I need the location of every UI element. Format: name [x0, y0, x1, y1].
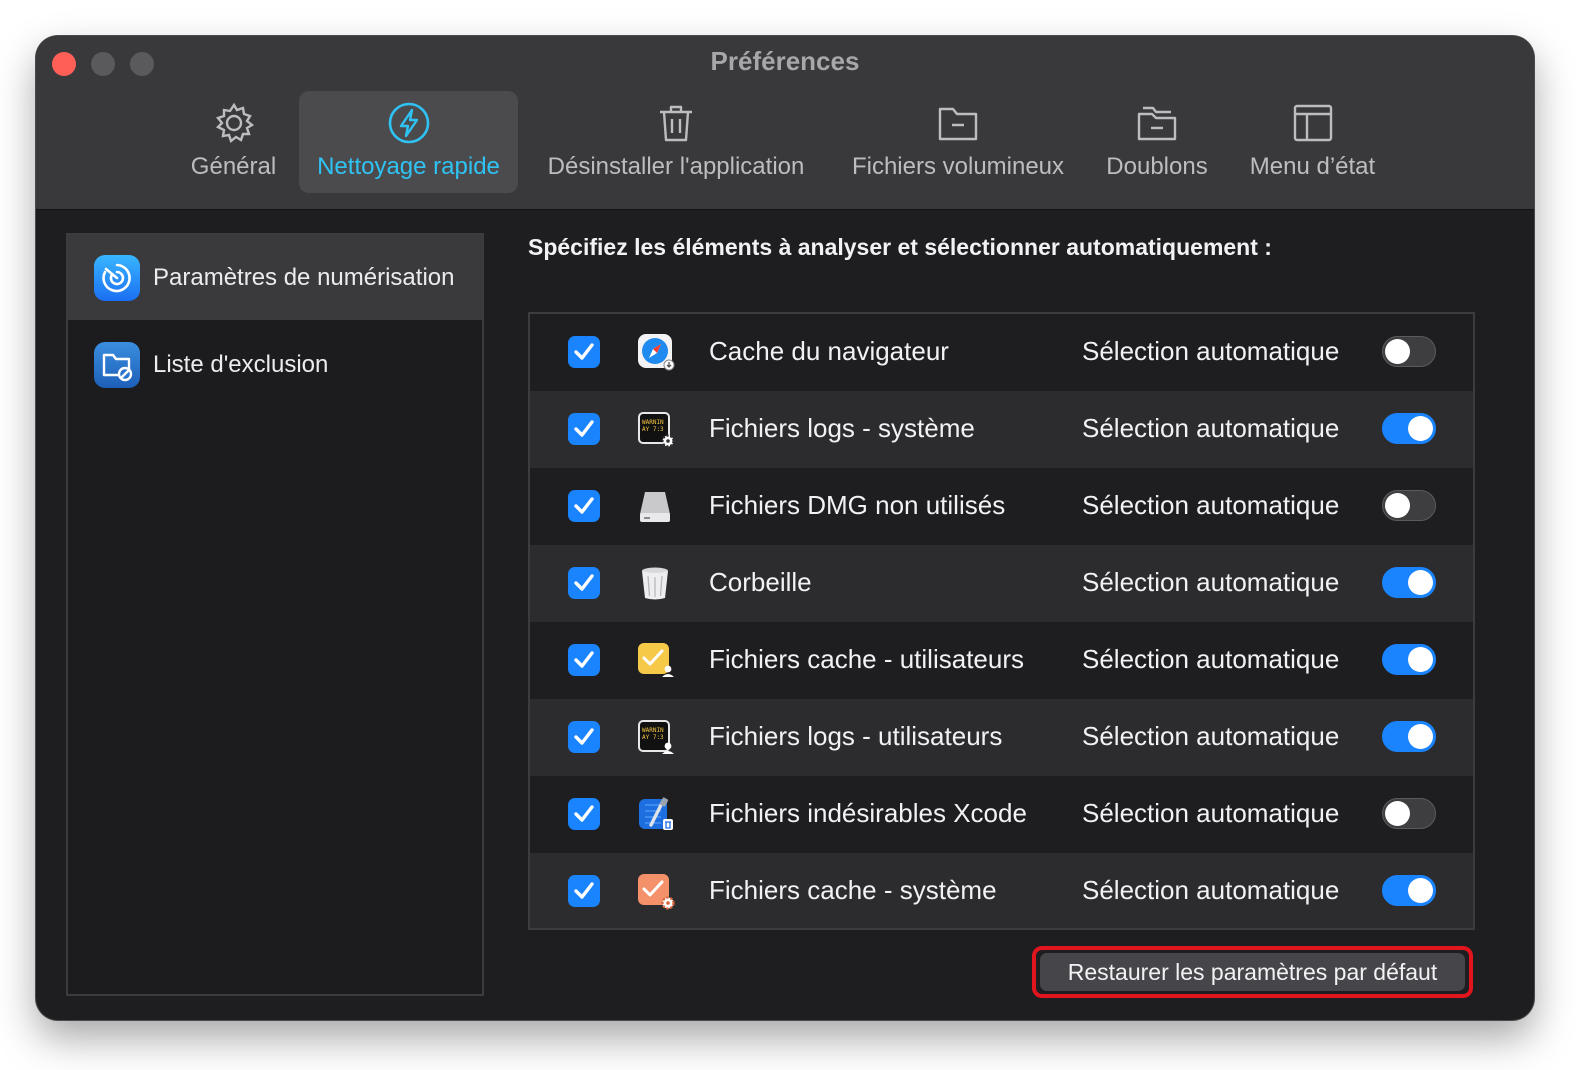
auto-select-toggle[interactable]	[1382, 721, 1436, 752]
preferences-window: Préférences Général Nettoyage rapide Dés…	[36, 36, 1534, 1020]
list-item: Fichiers cache - utilisateurs Sélection …	[530, 622, 1473, 699]
user-cache-icon	[638, 643, 674, 677]
menu-layout-icon	[1293, 104, 1332, 142]
list-item: Fichiers DMG non utilisés Sélection auto…	[530, 468, 1473, 545]
list-item: Fichiers indésirables Xcode Sélection au…	[530, 776, 1473, 853]
checkmark-icon	[574, 651, 594, 668]
list-item: Cache du navigateur Sélection automatiqu…	[530, 314, 1473, 391]
checkmark-icon	[574, 805, 594, 822]
toggle-knob	[1385, 801, 1410, 826]
item-label: Fichiers indésirables Xcode	[709, 798, 1027, 828]
toggle-knob	[1385, 493, 1410, 518]
item-checkbox[interactable]	[568, 413, 600, 445]
item-checkbox[interactable]	[568, 336, 600, 368]
tab-label: Fichiers volumineux	[851, 153, 1065, 180]
item-label: Cache du navigateur	[709, 336, 949, 366]
folder-icon	[938, 107, 978, 141]
item-checkbox[interactable]	[568, 798, 600, 830]
item-label: Fichiers cache - utilisateurs	[709, 644, 1024, 674]
item-checkbox[interactable]	[568, 567, 600, 599]
list-item: Corbeille Sélection automatique	[530, 545, 1473, 622]
tab-label: Doublons	[1106, 153, 1208, 180]
checkmark-icon	[574, 497, 594, 514]
user-log-icon: WARNIN AY 7:3	[638, 720, 674, 754]
tab-large-files[interactable]: Fichiers volumineux	[837, 91, 1079, 193]
auto-select-toggle[interactable]	[1382, 644, 1436, 675]
safari-compass-icon	[638, 334, 675, 371]
tab-label: Général	[190, 153, 277, 180]
checkmark-icon	[574, 343, 594, 360]
item-checkbox[interactable]	[568, 721, 600, 753]
lightning-icon	[388, 102, 429, 144]
toggle-knob	[1385, 339, 1410, 364]
xcode-icon	[639, 797, 673, 830]
auto-select-label: Sélection automatique	[1082, 798, 1340, 828]
auto-select-toggle[interactable]	[1382, 567, 1436, 598]
checkmark-icon	[574, 574, 594, 591]
svg-text:AY 7:3: AY 7:3	[642, 734, 664, 741]
disk-image-icon	[640, 492, 670, 522]
list-item: Fichiers cache - système Sélection autom…	[530, 853, 1473, 928]
system-log-icon: WARNIN AY 7:3	[638, 412, 675, 448]
svg-text:WARNIN: WARNIN	[642, 419, 664, 426]
tab-general[interactable]: Général	[180, 91, 287, 193]
auto-select-toggle[interactable]	[1382, 413, 1436, 444]
auto-select-toggle[interactable]	[1382, 490, 1436, 521]
item-label: Fichiers logs - système	[709, 413, 975, 443]
tab-status-menu[interactable]: Menu d’état	[1235, 91, 1390, 193]
checkmark-icon	[574, 728, 594, 745]
scan-radar-icon	[94, 254, 140, 301]
auto-select-toggle[interactable]	[1382, 336, 1436, 367]
sidebar-item-scan-settings[interactable]: Paramètres de numérisation	[68, 235, 482, 320]
item-checkbox[interactable]	[568, 875, 600, 907]
system-cache-icon	[638, 874, 675, 910]
item-label: Fichiers DMG non utilisés	[709, 490, 1006, 520]
toggle-knob	[1408, 416, 1433, 441]
scan-items-list: Cache du navigateur Sélection automatiqu…	[528, 312, 1475, 930]
folders-icon	[1137, 106, 1177, 141]
auto-select-label: Sélection automatique	[1082, 567, 1340, 597]
gear-icon	[215, 102, 254, 144]
svg-text:AY 7:3: AY 7:3	[642, 426, 664, 433]
auto-select-toggle[interactable]	[1382, 875, 1436, 906]
item-label: Corbeille	[709, 567, 812, 597]
toggle-knob	[1408, 878, 1433, 903]
tab-quick-clean[interactable]: Nettoyage rapide	[299, 91, 518, 193]
item-checkbox[interactable]	[568, 490, 600, 522]
auto-select-label: Sélection automatique	[1082, 875, 1340, 905]
auto-select-toggle[interactable]	[1382, 798, 1436, 829]
sidebar-item-exclusion-list[interactable]: Liste d'exclusion	[68, 322, 482, 407]
restore-defaults-button[interactable]: Restaurer les paramètres par défaut	[1040, 953, 1465, 991]
trash-icon	[660, 105, 692, 142]
window-title: Préférences	[710, 46, 860, 76]
svg-text:WARNIN: WARNIN	[642, 727, 664, 734]
item-label: Fichiers logs - utilisateurs	[709, 721, 1003, 751]
list-item: WARNIN AY 7:3 Fichiers logs - utilisateu…	[530, 699, 1473, 776]
tab-duplicates[interactable]: Doublons	[1094, 91, 1220, 193]
list-item: WARNIN AY 7:3 Fichiers logs - système Sé…	[530, 391, 1473, 468]
sidebar-item-label: Paramètres de numérisation	[153, 263, 455, 291]
item-checkbox[interactable]	[568, 644, 600, 676]
section-heading: Spécifiez les éléments à analyser et sél…	[528, 234, 1272, 260]
tab-label: Menu d’état	[1249, 153, 1376, 180]
tab-label: Désinstaller l'application	[547, 153, 805, 180]
item-label: Fichiers cache - système	[709, 875, 997, 905]
auto-select-label: Sélection automatique	[1082, 644, 1340, 674]
sidebar: Paramètres de numérisation Liste d'exclu…	[66, 233, 484, 996]
auto-select-label: Sélection automatique	[1082, 490, 1340, 520]
toggle-knob	[1408, 647, 1433, 672]
tab-label: Nettoyage rapide	[317, 153, 500, 180]
sidebar-item-label: Liste d'exclusion	[153, 350, 329, 378]
trash-bin-icon	[642, 567, 668, 600]
auto-select-label: Sélection automatique	[1082, 336, 1340, 366]
toolbar: Préférences Général Nettoyage rapide Dés…	[36, 36, 1534, 210]
auto-select-label: Sélection automatique	[1082, 413, 1340, 443]
auto-select-label: Sélection automatique	[1082, 721, 1340, 751]
checkmark-icon	[574, 420, 594, 437]
exclusion-folder-icon	[94, 341, 140, 388]
toggle-knob	[1408, 724, 1433, 749]
toggle-knob	[1408, 570, 1433, 595]
tab-uninstall[interactable]: Désinstaller l'application	[530, 91, 822, 193]
checkmark-icon	[574, 882, 594, 899]
